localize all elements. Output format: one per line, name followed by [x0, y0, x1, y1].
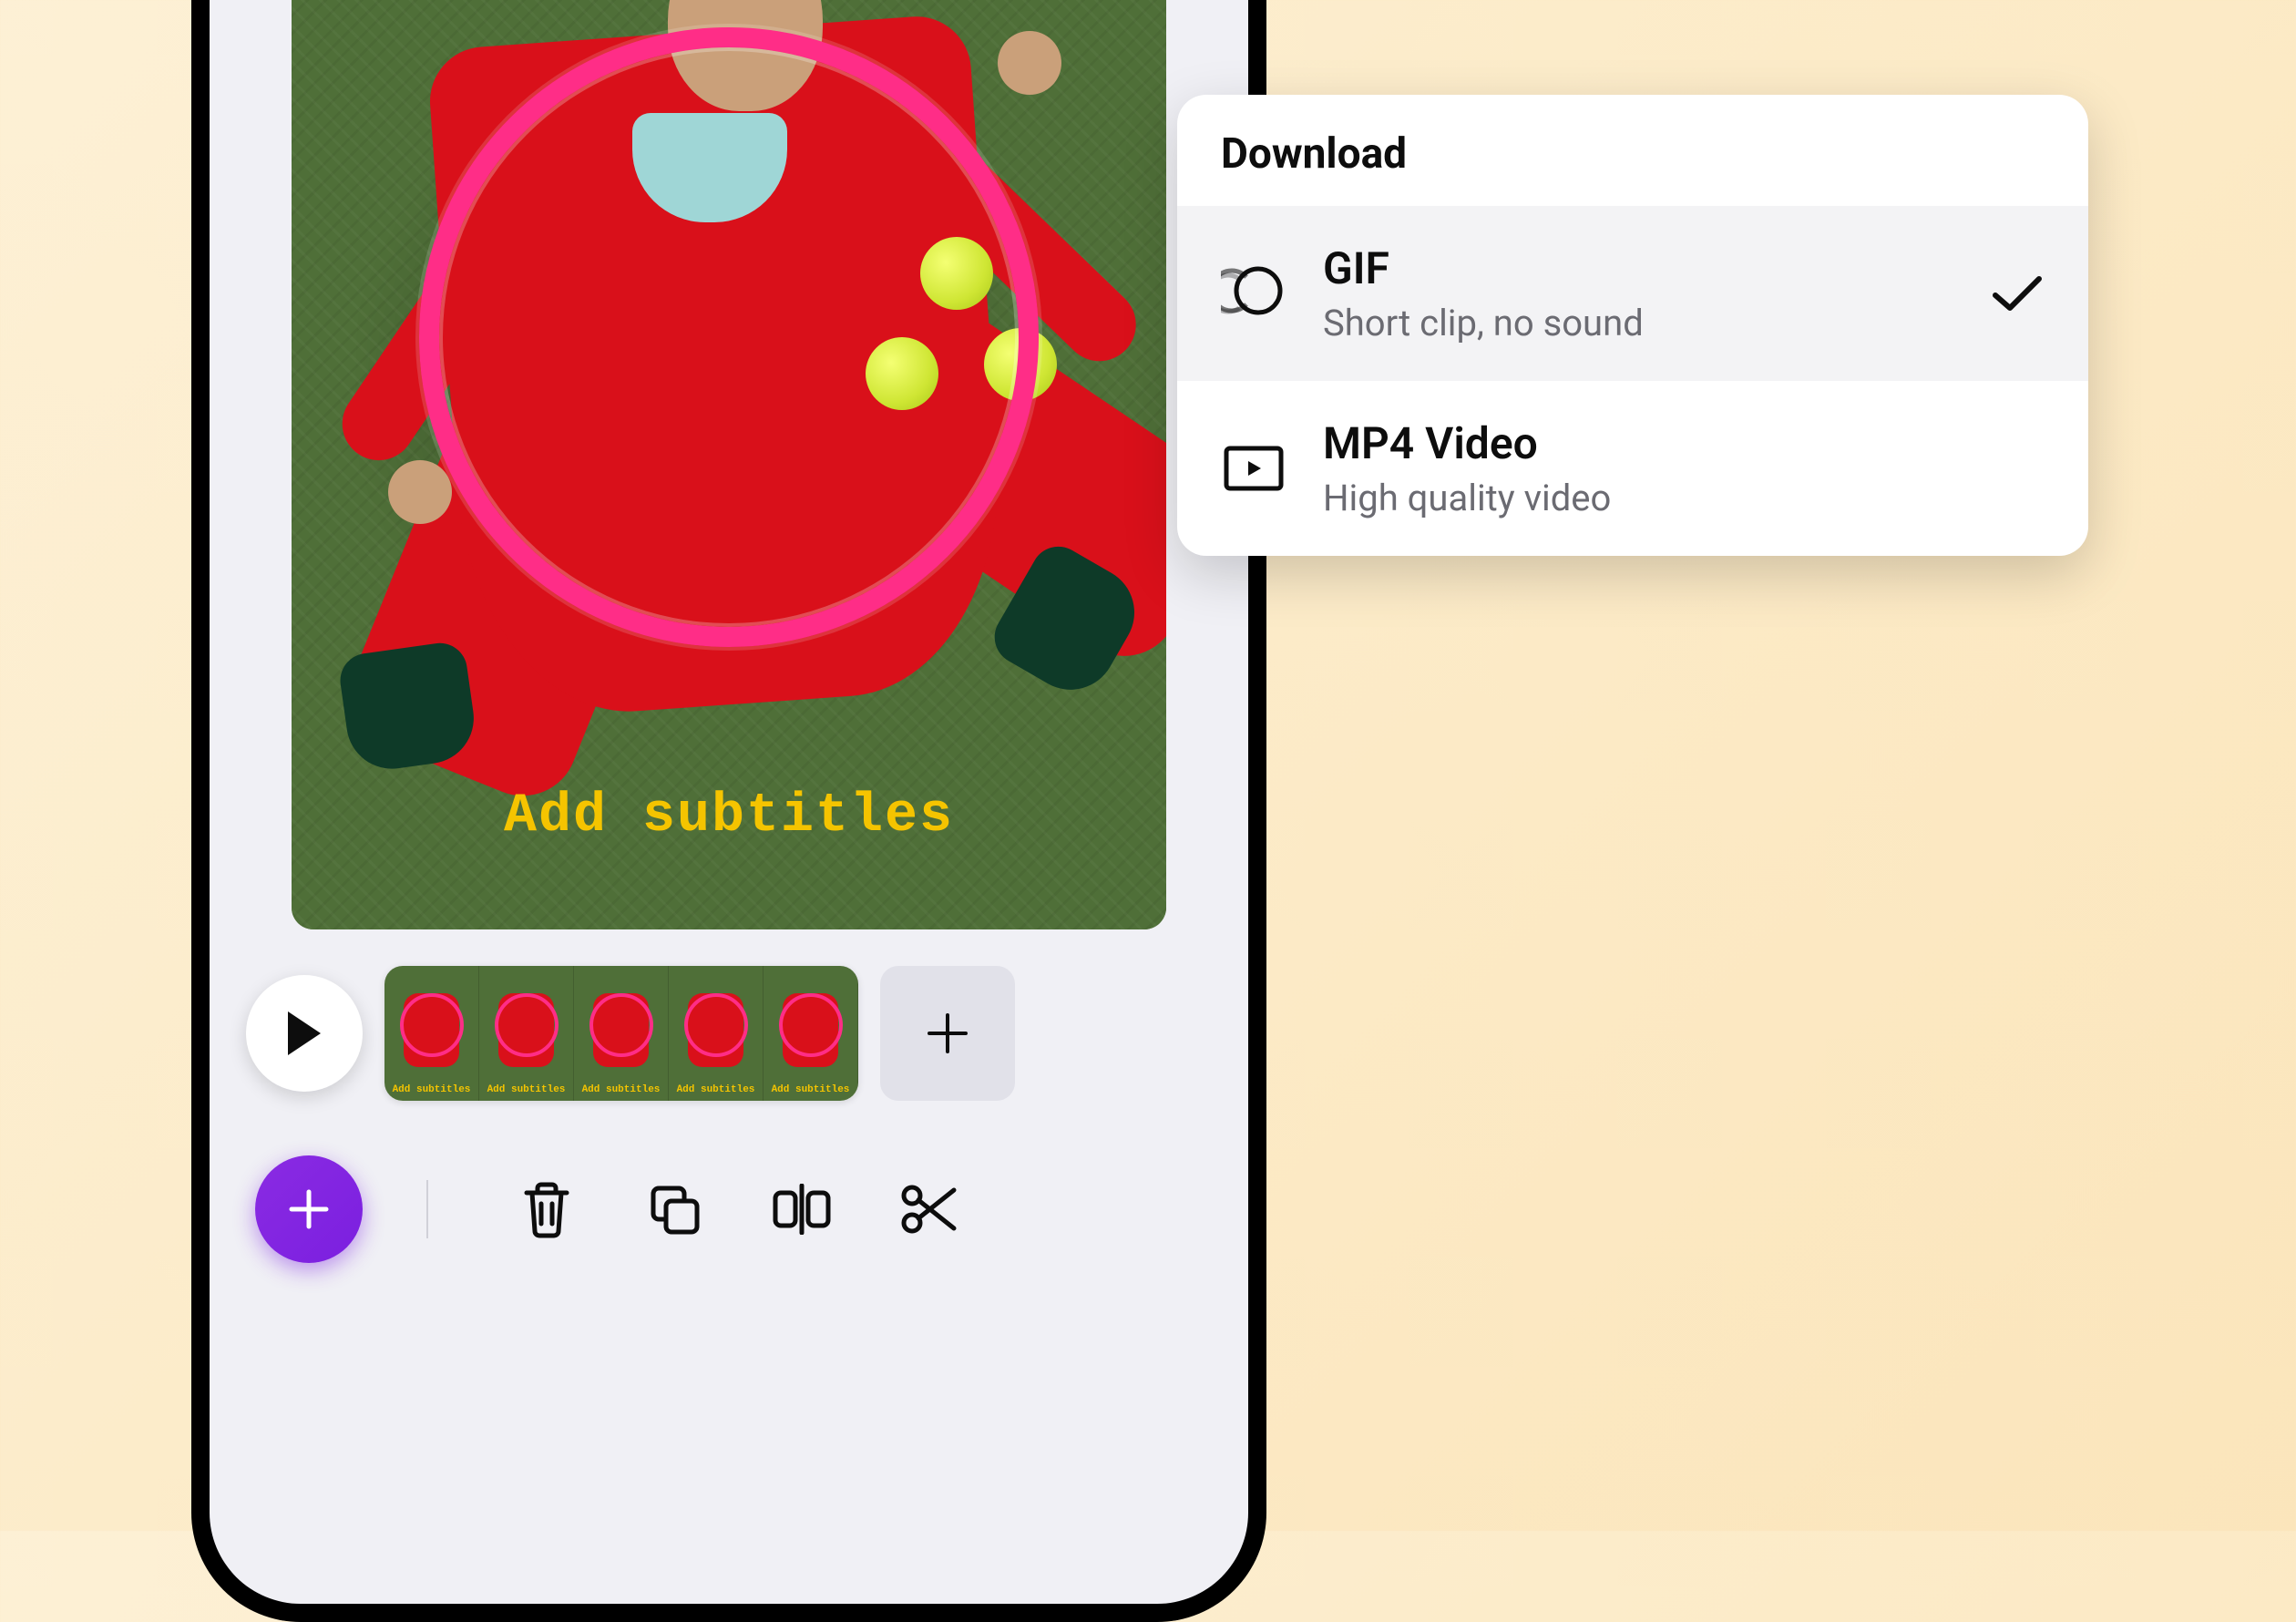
- download-option-gif[interactable]: GIF Short clip, no sound: [1177, 206, 2088, 381]
- editor-canvas-area: Add subtitles: [210, 0, 1248, 966]
- download-panel: Download GIF Short clip, no sound: [1177, 95, 2088, 556]
- add-element-fab[interactable]: [255, 1155, 363, 1263]
- trash-icon: [519, 1180, 574, 1238]
- add-clip-button[interactable]: [880, 966, 1015, 1101]
- delete-button[interactable]: [510, 1173, 583, 1246]
- timeline-row: Add subtitles Add subtitles Add subtitle…: [210, 966, 1248, 1128]
- plus-icon: [284, 1185, 333, 1234]
- download-option-title: GIF: [1323, 242, 1953, 294]
- editor-toolbar: [210, 1128, 1248, 1354]
- video-preview[interactable]: Add subtitles: [292, 0, 1166, 929]
- subtitle-overlay[interactable]: Add subtitles: [292, 785, 1166, 847]
- download-panel-title: Download: [1177, 95, 2088, 206]
- timeline-clip-strip[interactable]: Add subtitles Add subtitles Add subtitle…: [384, 966, 858, 1101]
- download-option-title: MP4 Video: [1323, 417, 2045, 469]
- hula-hoop: [419, 27, 1039, 647]
- toolbar-divider: [426, 1180, 428, 1238]
- timeline-frame[interactable]: Add subtitles: [764, 966, 858, 1101]
- cut-button[interactable]: [893, 1173, 966, 1246]
- check-icon: [1990, 272, 2045, 315]
- duplicate-button[interactable]: [638, 1173, 711, 1246]
- duplicate-icon: [646, 1181, 702, 1237]
- video-icon: [1221, 443, 1286, 494]
- play-icon: [284, 1010, 324, 1057]
- download-option-desc: High quality video: [1323, 477, 2045, 519]
- download-option-mp4[interactable]: MP4 Video High quality video: [1177, 381, 2088, 556]
- scissors-icon: [899, 1183, 959, 1236]
- timeline-frame[interactable]: Add subtitles: [479, 966, 574, 1101]
- play-button[interactable]: [246, 975, 363, 1092]
- gif-icon: [1221, 261, 1286, 326]
- timeline-frame[interactable]: Add subtitles: [669, 966, 764, 1101]
- download-option-desc: Short clip, no sound: [1323, 302, 1953, 344]
- timeline-frame[interactable]: Add subtitles: [384, 966, 479, 1101]
- phone-device-frame: Add subtitles Add subtitles Add subtitle…: [191, 0, 1266, 1622]
- plus-icon: [924, 1010, 971, 1057]
- split-icon: [770, 1184, 834, 1235]
- timeline-frame[interactable]: Add subtitles: [574, 966, 669, 1101]
- phone-screen: Add subtitles Add subtitles Add subtitle…: [210, 0, 1248, 1604]
- split-button[interactable]: [765, 1173, 838, 1246]
